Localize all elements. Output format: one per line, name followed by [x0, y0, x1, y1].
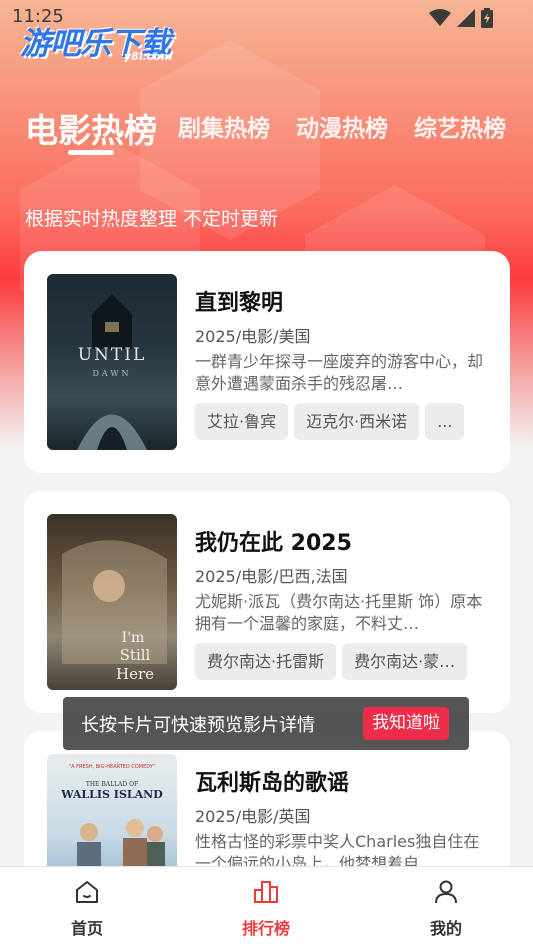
status-icons	[429, 8, 493, 28]
category-tabs: 电影热榜 剧集热榜 动漫热榜 综艺热榜	[0, 98, 533, 158]
movie-meta: 2025/电影/巴西,法国	[195, 567, 348, 586]
movie-title: 我仍在此 2025	[195, 531, 352, 556]
logo-domain: y8l.com	[124, 50, 173, 63]
cast-tags: 艾拉·鲁宾 迈克尔·西米诺 ...	[195, 403, 487, 440]
nav-ranking-label: 排行榜	[241, 919, 290, 938]
poster-title-line1: UNTIL	[78, 345, 147, 365]
movie-poster: I'm Still Here	[47, 514, 177, 690]
nav-profile-label: 我的	[429, 919, 462, 938]
bottom-navigation: 首页 排行榜 我的	[0, 866, 533, 948]
wifi-icon	[429, 9, 451, 26]
list-subtitle: 根据实时热度整理 不定时更新	[25, 208, 279, 230]
home-icon	[76, 881, 98, 903]
toast-message: 长按卡片可快速预览影片详情	[81, 715, 315, 736]
battery-icon	[481, 8, 493, 28]
tip-toast: 长按卡片可快速预览影片详情 我知道啦	[63, 697, 469, 750]
movie-meta: 2025/电影/美国	[195, 327, 311, 346]
movie-poster: UNTIL DAWN	[47, 274, 177, 450]
tab-movie[interactable]: 电影热榜	[25, 104, 157, 152]
poster-quote: "A FRESH, BIG-HEARTED COMEDY"	[69, 764, 155, 770]
movie-card[interactable]: I'm Still Here 我仍在此 2025 2025/电影/巴西,法国 尤…	[24, 491, 510, 713]
poster-art: I'm Still Here	[62, 540, 167, 683]
active-tab-indicator	[68, 150, 114, 155]
movie-meta: 2025/电影/英国	[195, 807, 311, 826]
movie-description: 一群青少年探寻一座废弃的游客中心，却意外遭遇蒙面杀手的残忍屠…	[195, 352, 484, 393]
nav-profile[interactable]: 我的	[406, 879, 486, 939]
poster-art: UNTIL DAWN	[77, 294, 147, 450]
ranking-icon	[254, 881, 278, 903]
poster-title-line1: I'm	[122, 630, 145, 646]
movie-description: 尤妮斯·派瓦（费尔南达·托里斯 饰）原本拥有一个温馨的家庭，不料丈…	[195, 592, 483, 633]
tab-anime[interactable]: 动漫热榜	[296, 109, 388, 143]
cast-tag[interactable]: 迈克尔·西米诺	[294, 403, 420, 440]
more-cast-tag[interactable]: ...	[425, 403, 465, 440]
cast-tag[interactable]: 艾拉·鲁宾	[195, 403, 289, 440]
poster-title-line2: Still	[120, 646, 151, 664]
movie-title: 直到黎明	[195, 291, 284, 316]
nav-home-label: 首页	[70, 919, 103, 938]
poster-title-line2: WALLIS ISLAND	[60, 788, 163, 801]
movie-title: 瓦利斯岛的歌谣	[195, 771, 350, 796]
signal-icon	[457, 9, 475, 27]
poster-title-line3: Here	[116, 665, 154, 683]
profile-icon	[435, 880, 457, 904]
tab-tv-series[interactable]: 剧集热榜	[178, 109, 270, 143]
app-logo: 游吧乐下载 y8l.com	[20, 18, 173, 63]
nav-ranking[interactable]: 排行榜	[226, 879, 306, 939]
nav-home[interactable]: 首页	[47, 879, 127, 939]
cast-tag[interactable]: 费尔南达·蒙…	[342, 643, 468, 680]
poster-title-line1: THE BALLAD OF	[86, 781, 138, 788]
got-it-button[interactable]: 我知道啦	[363, 707, 449, 740]
movie-card[interactable]: UNTIL DAWN 直到黎明 2025/电影/美国 一群青少年探寻一座废弃的游…	[24, 251, 510, 473]
cast-tags: 费尔南达·托雷斯 费尔南达·蒙…	[195, 643, 487, 680]
poster-title-line2: DAWN	[92, 369, 131, 378]
tab-variety[interactable]: 综艺热榜	[414, 109, 506, 143]
cast-tag[interactable]: 费尔南达·托雷斯	[195, 643, 337, 680]
